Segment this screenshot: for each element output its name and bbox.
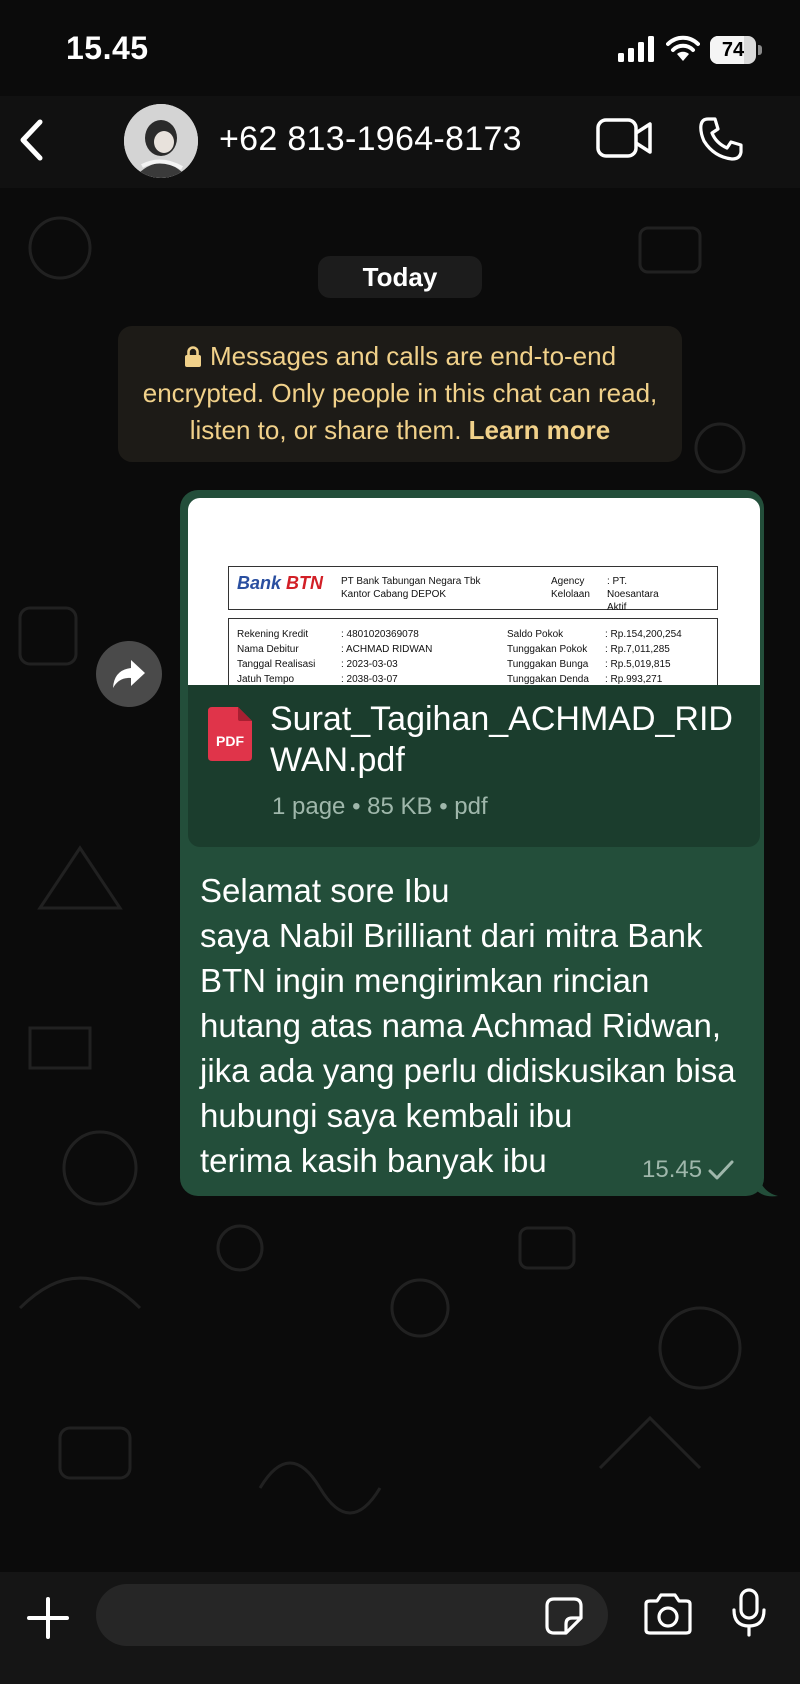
encryption-notice[interactable]: Messages and calls are end-to-end encryp… xyxy=(118,326,682,462)
video-call-icon[interactable] xyxy=(596,118,652,158)
message-text: Selamat sore Ibu saya Nabil Brilliant da… xyxy=(200,872,736,1179)
back-chevron-icon[interactable] xyxy=(16,116,46,164)
status-bar: 15.45 74 xyxy=(0,0,800,96)
lock-icon xyxy=(184,346,201,367)
status-time: 15.45 xyxy=(66,30,149,66)
forward-button[interactable] xyxy=(96,641,162,707)
date-separator: Today xyxy=(318,256,482,298)
battery-percent: 74 xyxy=(721,39,745,61)
message-input[interactable] xyxy=(96,1584,608,1646)
chat-header: +62 813-1964-8173 xyxy=(0,96,800,188)
pdf-file-icon: PDF xyxy=(208,707,252,761)
microphone-icon[interactable] xyxy=(731,1588,767,1638)
wifi-icon xyxy=(666,35,700,61)
preview-table: Rekening Kredit: 4801020369078 Saldo Poko… xyxy=(228,618,718,685)
preview-company: PT Bank Tabungan Negara Tbk xyxy=(341,576,481,587)
svg-text:PDF: PDF xyxy=(216,733,244,749)
camera-icon[interactable] xyxy=(642,1592,694,1636)
outgoing-message-bubble[interactable]: Bank BTN PT Bank Tabungan Negara Tbk Kan… xyxy=(180,490,764,1196)
preview-agency-label: Agency xyxy=(551,576,585,587)
cellular-signal-icon xyxy=(618,36,654,62)
bank-btn-logo: Bank BTN xyxy=(237,573,324,593)
message-timestamp: 15.45 xyxy=(642,1156,734,1184)
file-name: Surat_Tagihan_ACHMAD_RIDWAN.pdf xyxy=(270,700,733,779)
plus-icon[interactable] xyxy=(26,1596,70,1640)
pdf-attachment[interactable]: PDF Surat_Tagihan_ACHMAD_RIDWAN.pdf 1 pa… xyxy=(188,685,760,847)
message-composer xyxy=(0,1572,800,1684)
preview-kelolaan-value: : Aktif xyxy=(607,589,627,613)
preview-kelolaan-label: Kelolaan xyxy=(551,589,590,600)
forward-arrow-icon xyxy=(113,660,145,688)
voice-call-icon[interactable] xyxy=(698,116,744,162)
file-meta: 1 page • 85 KB • pdf xyxy=(272,793,488,820)
battery-indicator: 74 xyxy=(710,36,762,64)
sticker-icon[interactable] xyxy=(544,1596,584,1636)
document-preview[interactable]: Bank BTN PT Bank Tabungan Negara Tbk Kan… xyxy=(188,498,760,685)
contact-name[interactable]: +62 813-1964-8173 xyxy=(219,120,522,159)
preview-branch: Kantor Cabang DEPOK xyxy=(341,589,447,600)
sent-check-icon xyxy=(708,1160,734,1180)
learn-more-link[interactable]: Learn more xyxy=(469,415,611,445)
contact-avatar[interactable] xyxy=(124,104,198,178)
